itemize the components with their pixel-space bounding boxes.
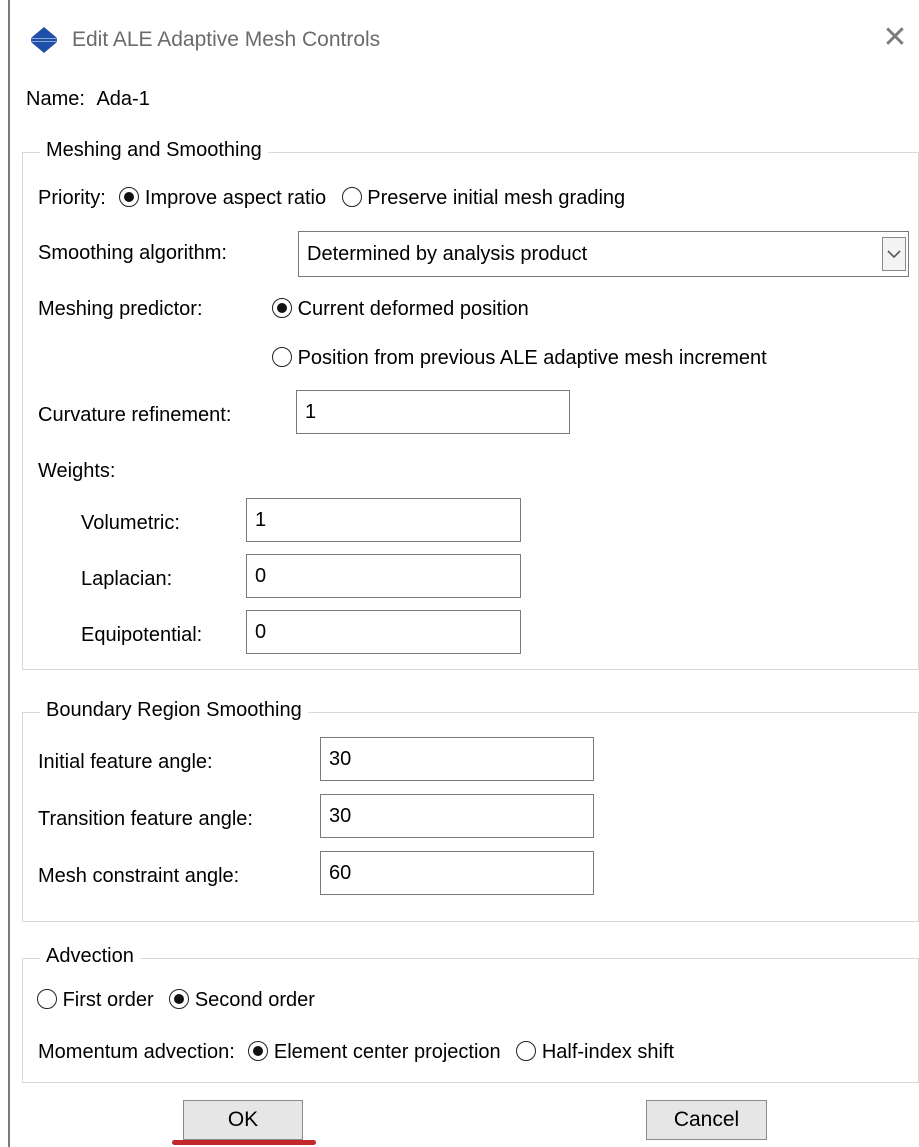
order-second-label: Second order xyxy=(194,989,315,1011)
ok-focus-indicator xyxy=(172,1140,316,1145)
priority-aspect-radio[interactable] xyxy=(119,187,140,207)
volumetric-label: Volumetric: xyxy=(81,512,180,534)
advection-legend: Advection xyxy=(40,945,140,968)
weights-label: Weights: xyxy=(38,460,116,482)
curvature-refinement-label: Curvature refinement: xyxy=(38,404,232,426)
meshing-smoothing-legend: Meshing and Smoothing xyxy=(40,139,268,162)
volumetric-input[interactable]: 1 xyxy=(246,498,521,542)
name-label: Name: xyxy=(26,88,85,110)
equipotential-label: Equipotential: xyxy=(81,624,203,646)
mesh-constraint-angle-input[interactable]: 60 xyxy=(320,851,594,895)
momentum-half-index-label: Half-index shift xyxy=(541,1041,675,1063)
initial-feature-angle-label: Initial feature angle: xyxy=(38,751,213,773)
mesh-constraint-angle-label: Mesh constraint angle: xyxy=(38,865,240,887)
meshing-predictor-label: Meshing predictor: xyxy=(38,298,203,320)
close-icon[interactable]: ✕ xyxy=(880,23,910,54)
boundary-smoothing-legend: Boundary Region Smoothing xyxy=(40,699,308,722)
priority-row: Priority: Improve aspect ratio Preserve … xyxy=(38,187,625,210)
order-second-radio[interactable] xyxy=(169,989,190,1009)
order-option-first[interactable]: First order xyxy=(37,989,159,1011)
predictor-previous-label: Position from previous ALE adaptive mesh… xyxy=(297,347,767,369)
equipotential-input[interactable]: 0 xyxy=(246,610,521,654)
window-title: Edit ALE Adaptive Mesh Controls xyxy=(72,28,381,51)
momentum-center-label: Element center projection xyxy=(273,1041,501,1063)
priority-grading-label: Preserve initial mesh grading xyxy=(367,187,626,209)
order-first-radio[interactable] xyxy=(37,989,57,1009)
name-row: Name: Ada-1 xyxy=(26,88,150,111)
momentum-option-half-index[interactable]: Half-index shift xyxy=(516,1041,674,1063)
initial-feature-angle-input[interactable]: 30 xyxy=(320,737,594,781)
momentum-advection-row: Momentum advection: Element center proje… xyxy=(38,1041,674,1064)
transition-feature-angle-input[interactable]: 30 xyxy=(320,794,594,838)
predictor-previous-radio[interactable] xyxy=(272,347,292,367)
momentum-half-index-radio[interactable] xyxy=(516,1041,537,1061)
momentum-advection-label: Momentum advection: xyxy=(38,1041,235,1063)
smoothing-algorithm-label: Smoothing algorithm: xyxy=(38,242,227,264)
smoothing-algorithm-value: Determined by analysis product xyxy=(307,243,588,265)
name-value: Ada-1 xyxy=(96,88,150,110)
predictor-option-current[interactable]: Current deformed position xyxy=(272,298,529,321)
predictor-current-radio[interactable] xyxy=(272,298,292,318)
order-first-label: First order xyxy=(62,989,154,1011)
chevron-down-icon[interactable] xyxy=(882,237,906,271)
order-option-second[interactable]: Second order xyxy=(169,989,315,1011)
curvature-refinement-input[interactable]: 1 xyxy=(296,390,570,434)
predictor-current-label: Current deformed position xyxy=(297,298,529,320)
momentum-center-radio[interactable] xyxy=(248,1041,269,1061)
priority-label: Priority: xyxy=(38,187,106,209)
priority-option-aspect-ratio[interactable]: Improve aspect ratio xyxy=(119,187,331,209)
priority-aspect-label: Improve aspect ratio xyxy=(144,187,327,209)
laplacian-input[interactable]: 0 xyxy=(246,554,521,598)
transition-feature-angle-label: Transition feature angle: xyxy=(38,808,253,830)
smoothing-algorithm-select[interactable]: Determined by analysis product xyxy=(298,231,909,277)
window-left-border xyxy=(8,0,10,1147)
momentum-option-center[interactable]: Element center projection xyxy=(248,1041,506,1063)
abaqus-diamond-icon xyxy=(30,26,58,54)
laplacian-label: Laplacian: xyxy=(81,568,173,590)
priority-grading-radio[interactable] xyxy=(341,187,362,207)
title-bar: Edit ALE Adaptive Mesh Controls ✕ xyxy=(30,22,910,58)
predictor-option-previous[interactable]: Position from previous ALE adaptive mesh… xyxy=(272,347,767,370)
cancel-button[interactable]: Cancel xyxy=(646,1100,767,1140)
advection-order-row: First order Second order xyxy=(37,989,315,1012)
priority-option-grading[interactable]: Preserve initial mesh grading xyxy=(341,187,626,209)
ok-button[interactable]: OK xyxy=(183,1100,303,1140)
advection-group xyxy=(22,958,919,1083)
